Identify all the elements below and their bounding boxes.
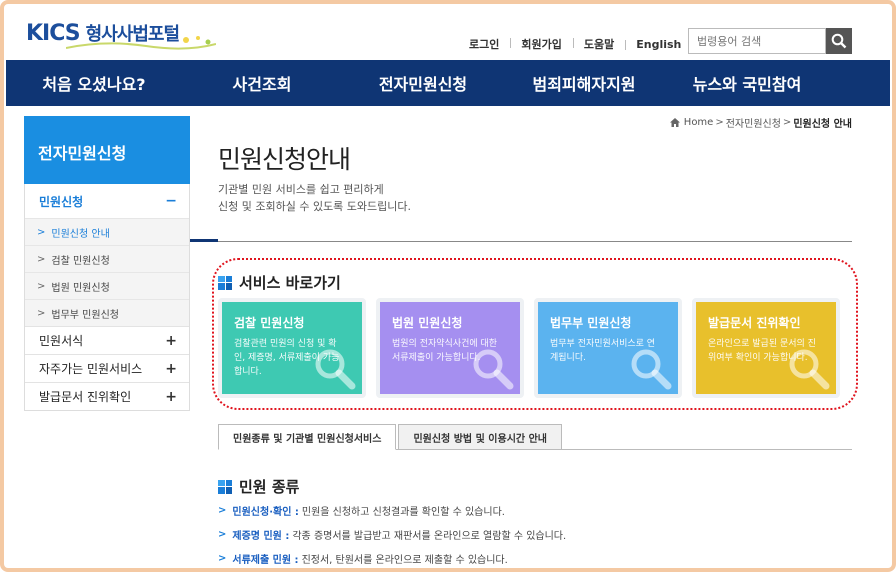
kinds-section-title: 민원 종류 [218, 476, 299, 497]
expand-icon: + [165, 332, 177, 349]
card-justice[interactable]: 법무부 민원신청 법무부 전자민원서비스로 연 계됩니다. [534, 298, 682, 398]
section-bullet-icon [218, 479, 232, 494]
chevron-right-icon: > [37, 253, 46, 265]
sidebar-item-label: 민원신청 안내 [51, 228, 110, 240]
breadcrumb-current: 민원신청 안내 [793, 119, 852, 130]
sidebar-item-court[interactable]: > 법원 민원신청 [25, 272, 189, 299]
magnifier-icon [631, 349, 672, 390]
sidebar-group-frequent[interactable]: 자주가는 민원서비스 + [25, 354, 189, 382]
list-item: > 민원신청·확인 : 민원을 신청하고 신청결과를 확인할 수 있습니다. [218, 503, 566, 518]
sidebar-group-civil-request[interactable]: 민원신청 − [25, 184, 189, 218]
chevron-right-icon: > [218, 505, 227, 516]
gnb-item-news[interactable]: 뉴스와 국민참여 [664, 60, 830, 106]
tab-kinds-by-agency[interactable]: 민원종류 및 기관별 민원신청서비스 [218, 424, 397, 450]
sidebar-group-label: 민원신청 [39, 194, 84, 209]
chevron-right-icon: > [37, 307, 46, 319]
page-intro: 기관별 민원 서비스를 쉽고 편리하게 신청 및 조회하실 수 있도록 도와드립… [218, 181, 411, 215]
sidebar-group-label: 민원서식 [39, 334, 84, 348]
kind-desc: 민원을 신청하고 신청결과를 확인할 수 있습니다. [301, 507, 505, 518]
home-icon [669, 118, 680, 127]
expand-icon: + [165, 360, 177, 377]
breadcrumb: Home > 전자민원신청 > 민원신청 안내 [669, 115, 852, 130]
sidebar-group-verify[interactable]: 발급문서 진위확인 + [25, 382, 189, 410]
chevron-right-icon: > [37, 226, 46, 238]
sidebar-group-label: 발급문서 진위확인 [39, 390, 132, 404]
utility-nav: 로그인 회원가입 도움말 English [458, 36, 692, 52]
collapse-icon: − [165, 193, 177, 209]
magnifier-icon [315, 349, 356, 390]
sidebar-menu: 민원신청 − > 민원신청 안내 > 검찰 민원신청 > 법원 민원신청 > 법… [24, 184, 190, 411]
global-nav: 처음 오셨나요? 사건조회 전자민원신청 범죄피해자지원 뉴스와 국민참여 [6, 60, 890, 106]
section-title-text: 서비스 바로가기 [239, 274, 341, 292]
signup-link[interactable]: 회원가입 [510, 36, 572, 52]
magnifier-icon [473, 349, 514, 390]
breadcrumb-home[interactable]: Home [684, 117, 714, 128]
sidebar-group-label: 자주가는 민원서비스 [39, 362, 143, 376]
card-title: 검찰 민원신청 [234, 316, 305, 330]
gnb-item-case-lookup[interactable]: 사건조회 [182, 60, 342, 106]
kind-term: 민원신청·확인 : [232, 507, 299, 518]
kind-desc: 각종 증명서를 발급받고 재판서를 온라인으로 열람할 수 있습니다. [292, 531, 567, 542]
page-title: 민원신청안내 [218, 145, 351, 174]
divider-accent [190, 239, 218, 242]
gnb-item-victim-support[interactable]: 범죄피해자지원 [504, 60, 664, 106]
card-prosecution[interactable]: 검찰 민원신청 검찰관련 민원의 신청 및 확 인, 제증명, 서류제출이 가능… [218, 298, 366, 398]
section-bullet-icon [218, 275, 232, 290]
gnb-item-e-civil[interactable]: 전자민원신청 [342, 60, 504, 106]
page: KICS 형사사법포털 로그인 회원가입 도움말 English 처음 오셨나요… [6, 6, 890, 566]
card-title: 발급문서 진위확인 [708, 316, 801, 330]
divider [190, 241, 852, 242]
tab-method-and-hours[interactable]: 민원신청 방법 및 이용시간 안내 [398, 424, 562, 450]
login-link[interactable]: 로그인 [458, 36, 510, 52]
sidebar-item-prosecution[interactable]: > 검찰 민원신청 [25, 245, 189, 272]
list-item: > 서류제출 민원 : 진정서, 탄원서를 온라인으로 제출할 수 있습니다. [218, 551, 566, 566]
card-title: 법무부 민원신청 [550, 316, 632, 330]
logo-decoration-icon [66, 36, 216, 50]
sidebar-group-forms[interactable]: 민원서식 + [25, 326, 189, 354]
gnb-item-first-visit[interactable]: 처음 오셨나요? [6, 60, 182, 106]
kinds-list: > 민원신청·확인 : 민원을 신청하고 신청결과를 확인할 수 있습니다. >… [218, 503, 566, 566]
search-icon [831, 33, 847, 49]
sidebar-item-justice[interactable]: > 법무부 민원신청 [25, 299, 189, 326]
chevron-right-icon: > [218, 529, 227, 540]
breadcrumb-separator-icon: > [715, 117, 724, 128]
sidebar-item-label: 법원 민원신청 [51, 282, 110, 294]
kind-term: 서류제출 민원 : [232, 555, 299, 566]
intro-line: 신청 및 조회하실 수 있도록 도와드립니다. [218, 200, 412, 213]
sidebar-item-label: 검찰 민원신청 [51, 255, 110, 267]
service-section-title: 서비스 바로가기 [218, 272, 341, 293]
kind-term: 제증명 민원 : [232, 531, 290, 542]
magnifier-icon [789, 349, 830, 390]
chevron-right-icon: > [37, 280, 46, 292]
sidebar-item-label: 법무부 민원신청 [51, 309, 119, 321]
card-verify[interactable]: 발급문서 진위확인 온라인으로 발급된 문서의 진 위여부 확인이 가능합니다. [692, 298, 840, 398]
english-link[interactable]: English [625, 38, 692, 51]
help-link[interactable]: 도움말 [572, 36, 625, 52]
list-item: > 제증명 민원 : 각종 증명서를 발급받고 재판서를 온라인으로 열람할 수… [218, 527, 566, 542]
content-tabs: 민원종류 및 기관별 민원신청서비스 민원신청 방법 및 이용시간 안내 [218, 424, 564, 450]
chevron-right-icon: > [218, 553, 227, 564]
breadcrumb-level1[interactable]: 전자민원신청 [726, 115, 781, 130]
section-title-text: 민원 종류 [239, 478, 300, 496]
sidebar-item-guide[interactable]: > 민원신청 안내 [25, 218, 189, 245]
expand-icon: + [165, 388, 177, 405]
search-input[interactable] [688, 28, 826, 54]
search-button[interactable] [826, 28, 852, 54]
breadcrumb-separator-icon: > [782, 117, 792, 128]
card-court[interactable]: 법원 민원신청 법원의 전자약식사건에 대한 서류제출이 가능합니다. [376, 298, 524, 398]
sidebar-title: 전자민원신청 [24, 116, 190, 184]
intro-line: 기관별 민원 서비스를 쉽고 편리하게 [218, 183, 384, 196]
card-title: 법원 민원신청 [392, 316, 463, 330]
kind-desc: 진정서, 탄원서를 온라인으로 제출할 수 있습니다. [301, 555, 508, 566]
